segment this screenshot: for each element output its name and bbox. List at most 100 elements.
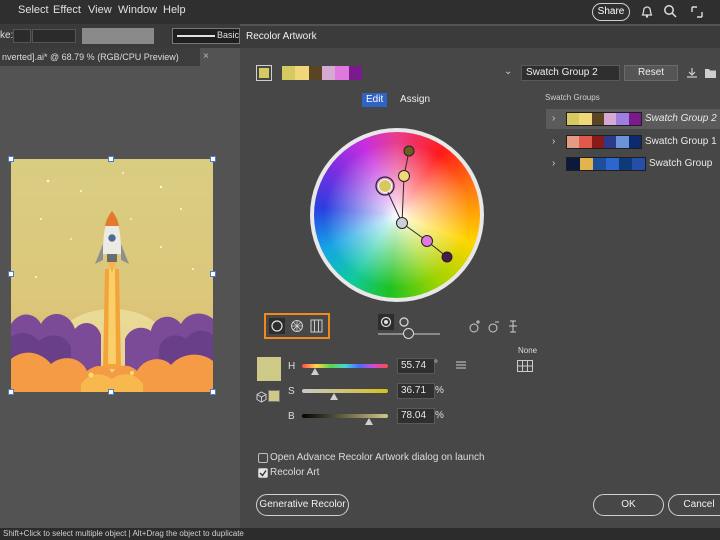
menu-select[interactable]: Select — [18, 4, 49, 16]
reset-button[interactable]: Reset — [624, 65, 678, 81]
rocket-artwork — [11, 172, 213, 392]
brush-definition[interactable]: Basic — [172, 28, 240, 44]
out-of-gamut-icon[interactable] — [256, 391, 267, 403]
chevron-right-icon[interactable]: › — [552, 132, 555, 152]
selection-handle-tl[interactable] — [8, 156, 14, 162]
tab-edit[interactable]: Edit — [362, 93, 388, 107]
color-swatch — [567, 113, 580, 125]
selection-handle-br[interactable] — [210, 389, 216, 395]
menu-help[interactable]: Help — [163, 4, 186, 16]
hue-slider-thumb[interactable] — [311, 368, 320, 375]
selection-handle-tm[interactable] — [108, 156, 114, 162]
color-group-name-field[interactable]: Swatch Group 2 — [521, 65, 620, 81]
swatch-group-row-1[interactable]: › Swatch Group 1 — [546, 132, 720, 152]
dialog-title: Recolor Artwork — [246, 31, 317, 42]
swatch-groups-header: Swatch Groups — [545, 93, 600, 102]
brightness-hsb-slider[interactable] — [302, 414, 388, 418]
selection-handle-bm[interactable] — [108, 389, 114, 395]
tab-assign[interactable]: Assign — [396, 93, 434, 107]
ok-button[interactable]: OK — [593, 494, 664, 516]
hsb-options-menu-icon[interactable] — [456, 361, 466, 369]
share-button[interactable]: Share — [592, 3, 630, 21]
color-swatch — [591, 136, 604, 148]
document-tab[interactable]: nverted].ai* @ 68.79 % (RGB/CPU Preview) — [0, 48, 200, 66]
brightness-unit: % — [435, 410, 444, 421]
folder-icon[interactable] — [704, 67, 717, 79]
color-mode-icon[interactable] — [517, 360, 533, 372]
color-swatch — [295, 66, 309, 80]
status-bar: Shift+Click to select multiple object | … — [0, 528, 720, 540]
artboard-illustration[interactable] — [11, 159, 213, 392]
menu-window[interactable]: Window — [118, 4, 157, 16]
brightness-value-field[interactable]: 78.04 — [397, 408, 435, 424]
recolor-art-checkbox[interactable] — [258, 468, 268, 478]
current-color-swatch[interactable] — [256, 65, 272, 81]
stroke-weight-dropdown[interactable] — [32, 29, 76, 43]
color-bars-icon[interactable] — [309, 318, 325, 334]
color-swatch — [348, 66, 362, 80]
color-swatch — [628, 113, 641, 125]
workspace-icon[interactable] — [690, 5, 704, 19]
hue-value-field[interactable]: 55.74 — [397, 358, 435, 374]
color-markers — [375, 145, 453, 263]
color-swatch — [282, 66, 296, 80]
advanced-dialog-checkbox[interactable] — [258, 453, 268, 463]
none-label: None — [518, 346, 538, 355]
search-icon[interactable] — [663, 4, 677, 18]
selected-color-preview — [257, 357, 281, 381]
color-marker-deep-purple[interactable] — [441, 251, 453, 263]
color-swatch — [616, 113, 629, 125]
advanced-dialog-checkbox-label: Open Advance Recolor Artwork dialog on l… — [270, 452, 485, 463]
swatch-group-2-label: Swatch Group 2 — [645, 113, 717, 124]
color-swatch — [591, 113, 604, 125]
chevron-down-icon[interactable]: ⌄ — [504, 66, 512, 77]
color-marker-pink[interactable] — [421, 235, 433, 247]
bell-icon[interactable] — [640, 5, 654, 19]
saturation-value-field[interactable]: 36.71 — [397, 383, 435, 399]
selection-handle-bl[interactable] — [8, 389, 14, 395]
checkmark-icon — [259, 470, 267, 477]
brightness-slider-thumb[interactable] — [403, 328, 414, 339]
menu-effect[interactable]: Effect — [53, 4, 81, 16]
cancel-button[interactable]: Cancel — [668, 494, 720, 516]
swatch-group-row-2[interactable]: › Swatch Group 2 — [546, 109, 720, 129]
stroke-weight-stepper[interactable] — [13, 29, 31, 43]
save-group-icon[interactable] — [686, 67, 698, 79]
show-saturation-icon[interactable] — [378, 314, 394, 330]
chevron-right-icon[interactable]: › — [552, 109, 555, 129]
hue-unit: ° — [434, 359, 438, 370]
menu-view[interactable]: View — [88, 4, 112, 16]
close-tab-icon[interactable]: × — [203, 48, 217, 66]
variable-width-profile[interactable] — [82, 28, 154, 44]
smooth-wheel-icon[interactable] — [269, 318, 285, 334]
color-marker-dark-olive[interactable] — [403, 145, 415, 157]
color-swatch — [616, 136, 629, 148]
remove-color-tool-icon[interactable] — [487, 318, 501, 334]
brightness-label: B — [288, 411, 295, 422]
selection-handle-tr[interactable] — [210, 156, 216, 162]
color-swatch — [632, 158, 645, 170]
color-swatch — [567, 158, 580, 170]
saturation-slider-thumb[interactable] — [329, 393, 338, 400]
color-group-dropdown[interactable]: ⌄ — [282, 66, 512, 80]
base-color-marker[interactable] — [378, 179, 392, 193]
link-harmony-colors-icon[interactable] — [508, 318, 522, 334]
brightness-hsb-slider-thumb[interactable] — [365, 418, 374, 425]
web-safe-color-swatch[interactable] — [268, 390, 280, 402]
color-swatch — [308, 66, 322, 80]
selection-handle-ml[interactable] — [8, 271, 14, 277]
color-swatch — [628, 136, 641, 148]
selection-handle-mr[interactable] — [210, 271, 216, 277]
chevron-right-icon[interactable]: › — [552, 154, 555, 174]
saturation-slider[interactable] — [302, 389, 388, 393]
generative-recolor-button[interactable]: Generative Recolor — [256, 494, 349, 516]
color-marker-light-yellow[interactable] — [398, 170, 410, 182]
color-swatch — [593, 158, 606, 170]
segmented-wheel-icon[interactable] — [289, 318, 305, 334]
color-marker-lavender[interactable] — [396, 217, 408, 229]
swatch-group-1-label: Swatch Group 1 — [645, 136, 717, 147]
swatch-group-row-0[interactable]: › Swatch Group — [546, 154, 720, 174]
swatch-group-label: Swatch Group — [649, 158, 713, 169]
color-swatch — [579, 113, 592, 125]
add-color-tool-icon[interactable] — [468, 318, 482, 334]
